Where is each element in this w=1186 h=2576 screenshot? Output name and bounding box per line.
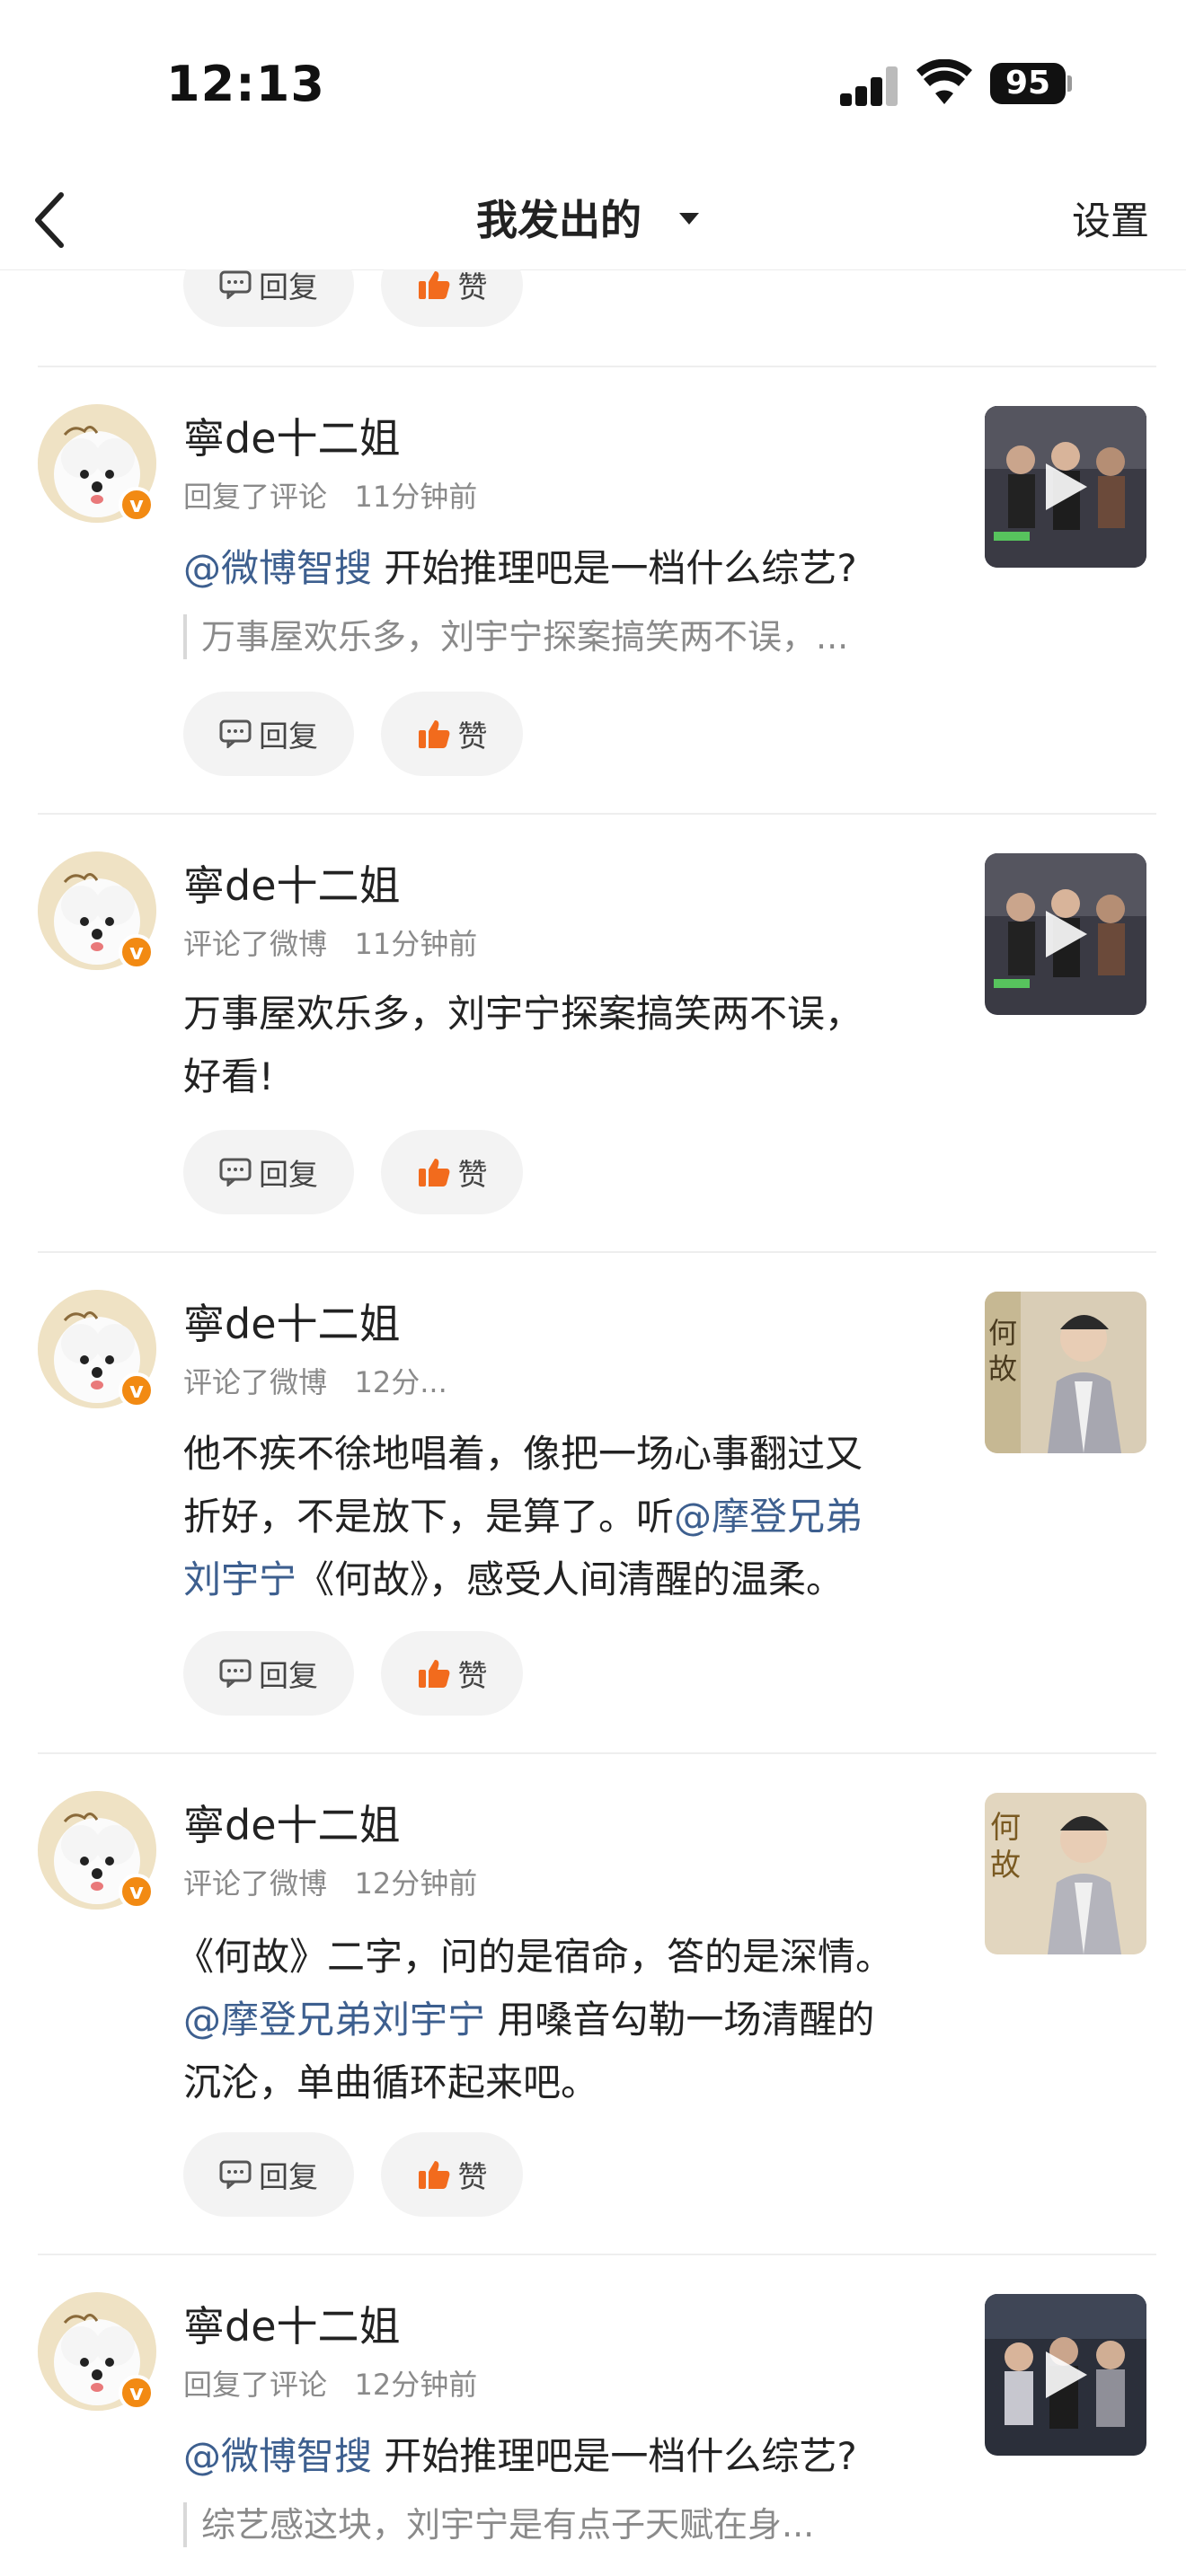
play-icon xyxy=(1046,463,1087,510)
comment-text: 《何故》二字，问的是宿命，答的是深情。 @摩登兄弟刘宇宁 用嗓音勾勒一场清醒的 … xyxy=(176,1935,894,2104)
comment-text: @微博智搜 开始推理吧是一档什么综艺? xyxy=(183,546,857,590)
thumbs-up-icon xyxy=(418,720,449,748)
post-thumbnail[interactable] xyxy=(985,853,1146,1015)
divider xyxy=(38,2254,1156,2255)
avatar[interactable]: v xyxy=(38,2292,156,2411)
reply-label: 回复 xyxy=(259,1157,318,1192)
like-label: 赞 xyxy=(457,1658,488,1693)
reply-button[interactable]: 回复 xyxy=(183,2132,354,2217)
like-button[interactable]: 赞 xyxy=(381,1130,523,1214)
action-text: 回复了评论 xyxy=(183,480,328,514)
like-label: 赞 xyxy=(457,2159,488,2194)
item-meta: 评论了微博 12分... xyxy=(183,1360,447,1401)
username[interactable]: 寧de十二姐 xyxy=(183,1793,401,1852)
item-meta: 回复了评论 12分钟前 xyxy=(183,2362,477,2404)
settings-button[interactable]: 设置 xyxy=(1072,192,1149,251)
reply-label: 回复 xyxy=(259,1658,318,1693)
mention-link[interactable]: @微博智搜 xyxy=(183,2434,372,2478)
like-label: 赞 xyxy=(457,719,488,754)
comment-text: 万事屋欢乐多，刘宇宁探案搞笑两不误， 好看! xyxy=(183,992,863,1098)
post-thumbnail[interactable]: 何故 xyxy=(985,1292,1146,1453)
verified-badge-icon: v xyxy=(119,934,155,970)
username[interactable]: 寧de十二姐 xyxy=(183,853,401,913)
cover-title: 何故 xyxy=(988,1316,1018,1386)
like-button[interactable]: 赞 xyxy=(381,692,523,776)
comment-icon xyxy=(219,719,252,748)
cover-title: 何故 xyxy=(990,1810,1021,1883)
page-title[interactable]: 我发出的 xyxy=(476,189,642,251)
item-meta: 评论了微博 11分钟前 xyxy=(183,922,477,963)
verified-badge-icon: v xyxy=(119,487,155,523)
reply-button[interactable]: 回复 xyxy=(183,692,354,776)
comment-icon xyxy=(219,1158,252,1187)
item-meta: 回复了评论 11分钟前 xyxy=(183,474,477,516)
play-icon xyxy=(1046,2351,1087,2398)
like-button[interactable]: 赞 xyxy=(381,1631,523,1716)
mention-link[interactable]: @摩登兄弟 xyxy=(674,1495,863,1539)
like-button[interactable]: 赞 xyxy=(381,2132,523,2217)
avatar[interactable]: v xyxy=(38,404,156,523)
verified-badge-icon: v xyxy=(119,2375,155,2411)
thumbs-up-icon xyxy=(418,1660,449,1688)
post-thumbnail[interactable] xyxy=(985,2294,1146,2456)
divider xyxy=(38,366,1156,367)
status-bar: 12:13 95 xyxy=(0,0,1186,171)
divider xyxy=(38,1752,1156,1754)
timestamp: 12分钟前 xyxy=(354,1866,478,1901)
action-text: 评论了微博 xyxy=(183,1365,328,1399)
thumbs-up-icon xyxy=(418,271,449,299)
reply-label: 回复 xyxy=(259,2159,318,2194)
status-time: 12:13 xyxy=(166,56,325,112)
mention-link[interactable]: 刘宇宁 xyxy=(183,1557,296,1601)
action-text: 回复了评论 xyxy=(183,2368,328,2402)
play-icon xyxy=(1046,911,1087,957)
back-chevron-icon[interactable] xyxy=(25,184,79,256)
cellular-signal-icon xyxy=(840,65,898,106)
avatar[interactable]: v xyxy=(38,851,156,970)
verified-badge-icon: v xyxy=(119,1874,155,1910)
reply-button[interactable]: 回复 xyxy=(183,1130,354,1214)
quoted-comment[interactable]: 万事屋欢乐多，刘宇宁探案搞笑两不误，... xyxy=(183,614,929,659)
timestamp: 12分... xyxy=(354,1365,447,1399)
wifi-icon xyxy=(916,59,972,104)
thumbs-up-icon xyxy=(418,1159,449,1187)
comment-icon xyxy=(219,2160,252,2189)
caret-down-icon[interactable] xyxy=(676,205,703,232)
mention-link[interactable]: @摩登兄弟刘宇宁 xyxy=(183,1998,485,2042)
username[interactable]: 寧de十二姐 xyxy=(183,2294,401,2353)
action-text: 评论了微博 xyxy=(183,1866,328,1901)
timestamp: 11分钟前 xyxy=(354,927,478,961)
battery-indicator: 95 xyxy=(990,63,1066,104)
timestamp: 11分钟前 xyxy=(354,480,478,514)
comment-text: @微博智搜 开始推理吧是一档什么综艺? xyxy=(183,2434,857,2478)
timestamp: 12分钟前 xyxy=(354,2368,478,2402)
comment-icon xyxy=(219,1659,252,1688)
reply-label: 回复 xyxy=(259,269,318,304)
battery-tip xyxy=(1067,75,1072,92)
item-meta: 评论了微博 12分钟前 xyxy=(183,1861,477,1902)
quoted-comment[interactable]: 综艺感这块，刘宇宁是有点子天赋在身... xyxy=(183,2502,929,2547)
post-thumbnail[interactable] xyxy=(985,406,1146,568)
divider xyxy=(38,1251,1156,1253)
username[interactable]: 寧de十二姐 xyxy=(183,1292,401,1351)
reply-button[interactable]: 回复 xyxy=(183,1631,354,1716)
comment-icon xyxy=(219,270,252,299)
verified-badge-icon: v xyxy=(119,1372,155,1408)
post-thumbnail[interactable]: 何故 xyxy=(985,1793,1146,1954)
action-text: 评论了微博 xyxy=(183,927,328,961)
avatar[interactable]: v xyxy=(38,1290,156,1408)
thumbs-up-icon xyxy=(418,2161,449,2189)
comment-text: 他不疾不徐地唱着，像把一场心事翻过又 折好，不是放下，是算了。听@摩登兄弟 刘宇… xyxy=(183,1432,863,1601)
mention-link[interactable]: @微博智搜 xyxy=(183,546,372,590)
divider xyxy=(38,813,1156,815)
username[interactable]: 寧de十二姐 xyxy=(183,406,401,465)
nav-bar: 我发出的 设置 xyxy=(0,171,1186,270)
reply-label: 回复 xyxy=(259,719,318,754)
like-label: 赞 xyxy=(457,1157,488,1192)
avatar[interactable]: v xyxy=(38,1791,156,1910)
like-label: 赞 xyxy=(457,269,488,304)
